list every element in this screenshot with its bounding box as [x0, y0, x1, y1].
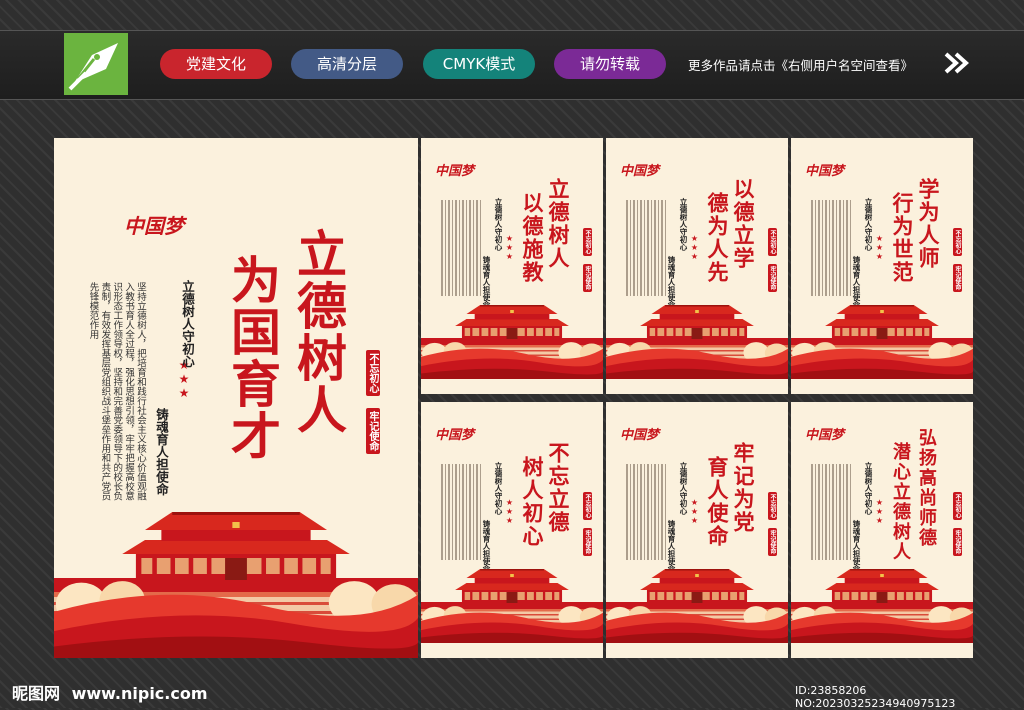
- poster-title-col2: 德为人先: [705, 192, 730, 284]
- body-text-lines: [803, 464, 851, 560]
- seal-not-forget: 不忘初心: [583, 492, 592, 520]
- poster-title-col1: 立德树人: [546, 178, 571, 270]
- china-dream-calligraphy: 中国梦: [805, 164, 845, 179]
- china-dream-calligraphy: 中国梦: [435, 428, 475, 443]
- red-waves: [421, 606, 603, 643]
- poster-title-col2: 以德施教: [520, 192, 545, 284]
- body-text-lines: [618, 464, 666, 560]
- star-divider: ★★★: [875, 234, 884, 261]
- tag-no-repost[interactable]: 请勿转载: [554, 49, 666, 79]
- body-text-lines: [433, 200, 481, 296]
- star-divider: ★★★: [505, 234, 514, 261]
- poster-title-col2: 育人使命: [705, 456, 730, 548]
- logo[interactable]: [64, 33, 128, 95]
- poster-title-col2: 行为世范: [890, 192, 915, 284]
- red-waves: [791, 342, 973, 379]
- poster-title-col1: 不忘立德: [546, 442, 571, 534]
- poster-title-col2: 树人初心: [520, 456, 545, 548]
- poster-title-col1: 牢记为党: [731, 442, 756, 534]
- slogan-col1: 立德树人守初心: [679, 462, 688, 515]
- small-poster-1[interactable]: 中国梦 ★★★ 立德树人守初心 铸魂育人担使命 立德树人 以德施教 不忘初心 牢…: [421, 138, 603, 394]
- seal-not-forget: 不忘初心: [583, 228, 592, 256]
- seal-not-forget: 不忘初心: [953, 492, 962, 520]
- tag-hd-layers[interactable]: 高清分层: [291, 49, 403, 79]
- poster-title-col2: 潜心立德树人: [890, 442, 911, 562]
- main-title-col1: 立德树人: [289, 228, 348, 436]
- pen-nib-icon: [64, 43, 128, 95]
- body-text-lines: [618, 200, 666, 296]
- image-id: ID:23858206 NO:20230325234940975123: [795, 684, 956, 710]
- poster-title-col1: 以德立学: [731, 178, 756, 270]
- slogan-col1: 立德树人守初心: [494, 462, 503, 515]
- small-poster-2[interactable]: 中国梦 ★★★ 立德树人守初心 铸魂育人担使命 以德立学 德为人先 不忘初心 牢…: [606, 138, 788, 394]
- china-dream-calligraphy: 中国梦: [124, 214, 184, 238]
- red-waves: [606, 342, 788, 379]
- body-text-lines: [803, 200, 851, 296]
- small-poster-5[interactable]: 中国梦 ★★★ 立德树人守初心 铸魂育人担使命 牢记为党 育人使命 不忘初心 牢…: [606, 402, 788, 658]
- seal-not-forget: 不忘初心: [768, 492, 777, 520]
- body-text-lines: [433, 464, 481, 560]
- tag-party-culture[interactable]: 党建文化: [160, 49, 272, 79]
- star-divider: ★★★: [690, 234, 699, 261]
- slogan-col1: 立德树人守初心: [864, 462, 873, 515]
- poster-title-col1: 弘扬高尚师德: [916, 428, 937, 548]
- red-waves: [54, 581, 418, 658]
- small-poster-6[interactable]: 中国梦 ★★★ 立德树人守初心 铸魂育人担使命 弘扬高尚师德 潜心立德树人 不忘…: [791, 402, 973, 658]
- brand-name: 昵图网: [12, 684, 61, 703]
- seal-not-forget: 不忘初心: [953, 228, 962, 256]
- star-divider: ★★★: [505, 498, 514, 525]
- red-waves: [606, 606, 788, 643]
- slogan-col1: 立德树人守初心: [864, 198, 873, 251]
- china-dream-calligraphy: 中国梦: [805, 428, 845, 443]
- more-works-link[interactable]: 更多作品请点击《右侧用户名空间查看》: [688, 55, 913, 74]
- red-waves: [791, 606, 973, 643]
- tag-cmyk-mode[interactable]: CMYK模式: [423, 49, 535, 79]
- body-paragraph: 坚持立德树人，把培育和践行社会主义核心价值观融入教书育人全过程，强化思想引领，牢…: [87, 282, 147, 501]
- main-poster[interactable]: 中国梦 立德树人 为国育才 不忘初心 牢记使命 ★★★ 立德树人守初心 铸魂育人…: [54, 138, 418, 658]
- seal-not-forget: 不忘初心: [768, 228, 777, 256]
- footer-brand[interactable]: 昵图网 www.nipic.com: [12, 680, 208, 704]
- poster-title-col1: 学为人师: [916, 178, 941, 270]
- main-title-col2: 为国育才: [223, 254, 282, 462]
- slogan-col1: 立德树人守初心: [180, 280, 195, 368]
- china-dream-calligraphy: 中国梦: [620, 428, 660, 443]
- seal-not-forget: 不忘初心: [366, 350, 380, 396]
- double-chevron-right-icon[interactable]: [944, 52, 970, 78]
- star-divider: ★★★: [690, 498, 699, 525]
- small-poster-3[interactable]: 中国梦 ★★★ 立德树人守初心 铸魂育人担使命 学为人师 行为世范 不忘初心 牢…: [791, 138, 973, 394]
- slogan-col1: 立德树人守初心: [679, 198, 688, 251]
- china-dream-calligraphy: 中国梦: [435, 164, 475, 179]
- china-dream-calligraphy: 中国梦: [620, 164, 660, 179]
- slogan-col1: 立德树人守初心: [494, 198, 503, 251]
- red-waves: [421, 342, 603, 379]
- star-divider: ★★★: [875, 498, 884, 525]
- small-poster-4[interactable]: 中国梦 ★★★ 立德树人守初心 铸魂育人担使命 不忘立德 树人初心 不忘初心 牢…: [421, 402, 603, 658]
- brand-url: www.nipic.com: [71, 684, 208, 703]
- seal-remember: 牢记使命: [366, 408, 380, 454]
